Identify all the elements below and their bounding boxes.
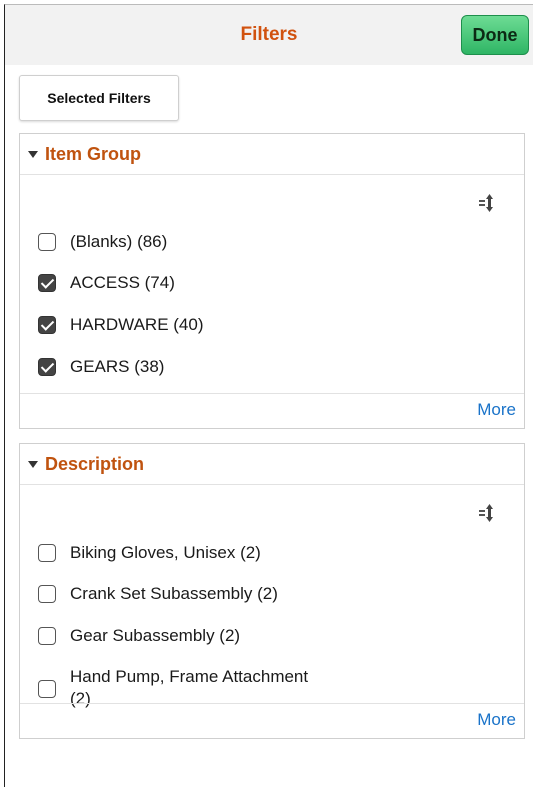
checkbox[interactable] bbox=[38, 544, 56, 562]
checkbox[interactable] bbox=[38, 233, 56, 251]
collapse-caret-icon[interactable] bbox=[28, 461, 38, 468]
option-label: Gear Subassembly (2) bbox=[70, 626, 241, 645]
option-label: Crank Set Subassembly (2) bbox=[70, 584, 278, 603]
done-button[interactable]: Done bbox=[461, 15, 529, 55]
description-panel: Description Biking Gloves, Unisex (2) Cr… bbox=[19, 443, 525, 739]
checkbox[interactable] bbox=[38, 585, 56, 603]
sort-icon[interactable] bbox=[478, 194, 496, 212]
checkbox[interactable] bbox=[38, 680, 56, 698]
checkbox-checked[interactable] bbox=[38, 316, 56, 334]
option-label: GEARS (38) bbox=[70, 357, 165, 376]
description-header[interactable]: Description bbox=[20, 444, 524, 485]
option-label: Biking Gloves, Unisex (2) bbox=[70, 543, 261, 562]
collapse-caret-icon[interactable] bbox=[28, 151, 38, 158]
option-label: HARDWARE (40) bbox=[70, 315, 204, 334]
header: Filters Done bbox=[5, 5, 533, 65]
checkbox[interactable] bbox=[38, 627, 56, 645]
option-label: Hand Pump, Frame Attachment bbox=[70, 667, 309, 686]
checkbox-checked[interactable] bbox=[38, 358, 56, 376]
sort-icon[interactable] bbox=[478, 504, 496, 522]
more-link[interactable]: More bbox=[477, 710, 516, 730]
panel-footer: More bbox=[20, 703, 524, 738]
page-title: Filters bbox=[240, 24, 298, 45]
panel-title: Item Group bbox=[45, 144, 142, 164]
panel-title: Description bbox=[45, 454, 145, 474]
item-group-panel: Item Group (Blanks) (86) ACCESS (74) HAR… bbox=[19, 133, 525, 429]
checkbox-checked[interactable] bbox=[38, 274, 56, 292]
selected-filters-button[interactable]: Selected Filters bbox=[19, 75, 179, 121]
more-link[interactable]: More bbox=[477, 400, 516, 420]
item-group-header[interactable]: Item Group bbox=[20, 134, 524, 175]
filters-dialog: Filters Done Selected Filters Item Group… bbox=[4, 4, 533, 787]
option-label: (Blanks) (86) bbox=[70, 232, 168, 251]
option-label: ACCESS (74) bbox=[70, 273, 175, 292]
panel-footer: More bbox=[20, 393, 524, 428]
